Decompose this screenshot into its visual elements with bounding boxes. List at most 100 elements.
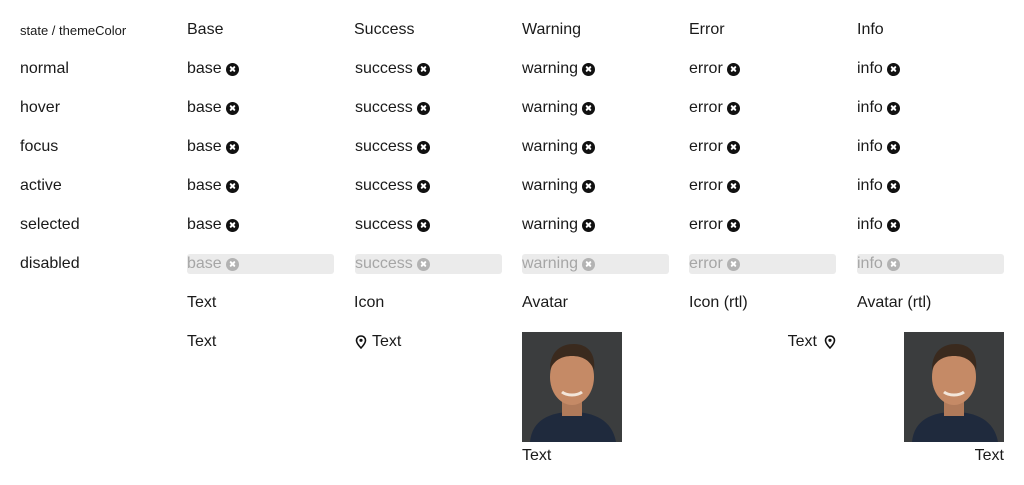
chip-info-normal[interactable]: info — [857, 59, 900, 79]
chip-base-active[interactable]: base — [187, 176, 239, 196]
chip-error-normal[interactable]: error — [689, 59, 740, 79]
chip-warning-focus[interactable]: warning — [522, 137, 596, 157]
chip-base-disabled: base — [187, 254, 334, 274]
chip-label: error — [689, 60, 723, 77]
close-circle-icon[interactable] — [582, 218, 596, 232]
chip-error-selected[interactable]: error — [689, 215, 740, 235]
close-circle-icon[interactable] — [582, 101, 596, 115]
chip-base-selected[interactable]: base — [187, 215, 239, 235]
chip-text-label: Text — [187, 333, 217, 350]
variant-header-avatar-rtl: Avatar (rtl) — [857, 294, 932, 311]
close-circle-icon[interactable] — [225, 62, 239, 76]
chip-warning-normal[interactable]: warning — [522, 59, 596, 79]
chip-info-hover[interactable]: info — [857, 98, 900, 118]
variant-header-icon: Icon — [354, 294, 385, 311]
state-label-selected: selected — [20, 216, 80, 233]
chip-base-hover[interactable]: base — [187, 98, 239, 118]
chip-label: info — [857, 99, 883, 116]
close-circle-icon[interactable] — [726, 140, 740, 154]
chip-error-focus[interactable]: error — [689, 137, 740, 157]
chip-text-variant[interactable]: Text — [187, 332, 216, 352]
state-label-hover: hover — [20, 99, 61, 116]
chip-success-active[interactable]: success — [355, 176, 430, 196]
state-label-active: active — [20, 177, 62, 194]
close-circle-icon[interactable] — [225, 218, 239, 232]
chip-info-focus[interactable]: info — [857, 137, 900, 157]
close-circle-icon[interactable] — [582, 62, 596, 76]
chip-info-active[interactable]: info — [857, 176, 900, 196]
chip-label: info — [857, 60, 883, 77]
variant-header-text: Text — [187, 294, 217, 311]
chip-label: error — [689, 138, 723, 155]
close-circle-icon[interactable] — [582, 179, 596, 193]
chip-error-hover[interactable]: error — [689, 98, 740, 118]
avatar-image — [522, 332, 622, 442]
chip-label: warning — [522, 255, 579, 272]
close-circle-icon[interactable] — [886, 179, 900, 193]
chip-label: error — [689, 177, 723, 194]
close-circle-icon[interactable] — [582, 140, 596, 154]
chip-success-hover[interactable]: success — [355, 98, 430, 118]
chip-label: base — [187, 216, 222, 233]
chip-info-selected[interactable]: info — [857, 215, 900, 235]
close-circle-icon — [225, 257, 239, 271]
chip-label: warning — [522, 60, 579, 77]
close-circle-icon[interactable] — [726, 101, 740, 115]
close-circle-icon[interactable] — [225, 179, 239, 193]
chip-success-selected[interactable]: success — [355, 215, 430, 235]
chip-label: success — [355, 177, 413, 194]
chip-label: success — [355, 216, 413, 233]
column-header-error: Error — [689, 21, 725, 38]
close-circle-icon[interactable] — [225, 101, 239, 115]
state-label-focus: focus — [20, 138, 59, 155]
avatar-rtl-chip-label: Text — [974, 447, 1004, 464]
close-circle-icon — [416, 257, 430, 271]
variant-header-avatar: Avatar — [522, 294, 568, 311]
close-circle-icon[interactable] — [886, 101, 900, 115]
close-circle-icon[interactable] — [416, 140, 430, 154]
chip-warning-selected[interactable]: warning — [522, 215, 596, 235]
column-header-success: Success — [354, 21, 415, 38]
close-circle-icon[interactable] — [416, 179, 430, 193]
close-circle-icon[interactable] — [726, 62, 740, 76]
chip-label: info — [857, 138, 883, 155]
close-circle-icon — [726, 257, 740, 271]
column-header-warning: Warning — [522, 21, 581, 38]
chip-base-focus[interactable]: base — [187, 137, 239, 157]
chip-label: base — [187, 60, 222, 77]
chip-success-normal[interactable]: success — [355, 59, 430, 79]
chip-label: base — [187, 255, 222, 272]
chip-icon-variant[interactable]: Text — [355, 332, 401, 352]
chip-icon-rtl-label: Text — [787, 333, 817, 350]
chip-error-disabled: error — [689, 254, 836, 274]
chip-label: base — [187, 138, 222, 155]
chip-info-disabled: info — [857, 254, 1004, 274]
chip-label: error — [689, 255, 723, 272]
close-circle-icon[interactable] — [886, 218, 900, 232]
chip-icon-rtl-variant[interactable]: Text — [788, 332, 836, 352]
close-circle-icon — [886, 257, 900, 271]
chip-label: info — [857, 216, 883, 233]
corner-label: state / themeColor — [20, 23, 127, 38]
close-circle-icon[interactable] — [416, 62, 430, 76]
chip-base-normal[interactable]: base — [187, 59, 239, 79]
chip-warning-active[interactable]: warning — [522, 176, 596, 196]
close-circle-icon[interactable] — [726, 218, 740, 232]
chip-label: error — [689, 99, 723, 116]
close-circle-icon[interactable] — [416, 101, 430, 115]
chip-icon-label: Text — [372, 333, 402, 350]
chip-warning-hover[interactable]: warning — [522, 98, 596, 118]
chip-success-focus[interactable]: success — [355, 137, 430, 157]
close-circle-icon — [582, 257, 596, 271]
close-circle-icon[interactable] — [416, 218, 430, 232]
chip-label: base — [187, 99, 222, 116]
close-circle-icon[interactable] — [886, 62, 900, 76]
chip-error-active[interactable]: error — [689, 176, 740, 196]
chip-label: error — [689, 216, 723, 233]
close-circle-icon[interactable] — [726, 179, 740, 193]
close-circle-icon[interactable] — [886, 140, 900, 154]
close-circle-icon[interactable] — [225, 140, 239, 154]
chip-label: base — [187, 177, 222, 194]
chip-label: info — [857, 177, 883, 194]
map-pin-icon — [824, 335, 836, 349]
